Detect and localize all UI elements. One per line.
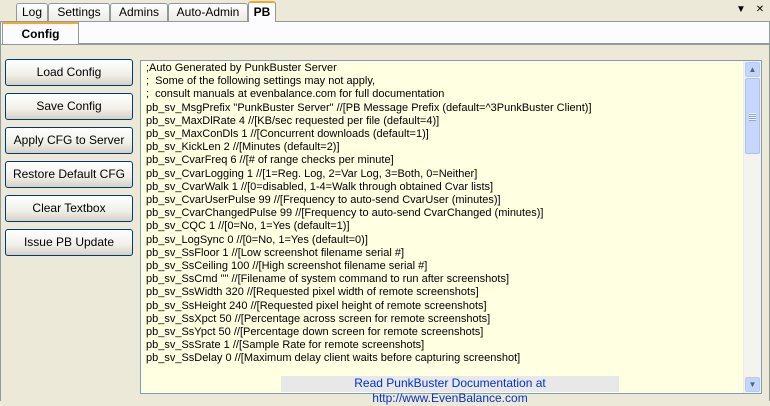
tab-log[interactable]: Log — [16, 3, 48, 21]
config-text-area[interactable]: ;Auto Generated by PunkBuster Server; So… — [141, 61, 744, 393]
scroll-down-arrow-icon[interactable]: ▼ — [745, 377, 760, 392]
pb-page: Config Load Config Save Config Apply CFG… — [0, 22, 770, 405]
config-line: ;Auto Generated by PunkBuster Server — [146, 62, 337, 74]
config-textbox[interactable]: ;Auto Generated by PunkBuster Server; So… — [140, 60, 762, 394]
config-line: pb_sv_SsSrate 1 //[Sample Rate for remot… — [146, 339, 425, 352]
config-line: pb_sv_CQC 1 //[0=No, 1=Yes (default=1)] — [146, 220, 350, 233]
dropdown-arrow-icon[interactable]: ▼ — [735, 4, 747, 15]
tab-auto-admin[interactable]: Auto-Admin — [168, 3, 248, 21]
config-line: pb_sv_SsDelay 0 //[Maximum delay client … — [146, 352, 521, 365]
main-tab-strip: Log Settings Admins Auto-Admin PB ▼ ✕ — [0, 0, 770, 22]
config-line: pb_sv_MaxDlRate 4 //[KB/sec requested pe… — [146, 114, 440, 127]
config-line: pb_sv_CvarLogging 1 //[1=Reg. Log, 2=Var… — [146, 167, 478, 180]
config-line: pb_sv_SsFloor 1 //[Low screenshot filena… — [146, 246, 405, 259]
config-line: pb_sv_SsWidth 320 //[Requested pixel wid… — [146, 286, 479, 299]
documentation-link[interactable]: Read PunkBuster Documentation at http://… — [281, 376, 619, 405]
scroll-grip — [749, 113, 756, 121]
tab-pb[interactable]: PB — [248, 1, 276, 22]
issue-pb-update-button[interactable]: Issue PB Update — [5, 229, 133, 256]
config-line: pb_sv_CvarChangedPulse 99 //[Frequency t… — [146, 207, 544, 220]
restore-default-cfg-button[interactable]: Restore Default CFG — [5, 161, 133, 188]
config-line: pb_sv_SsYpct 50 //[Percentage down scree… — [146, 326, 484, 339]
config-line: pb_sv_KickLen 2 //[Minutes (default=2)] — [146, 141, 340, 154]
close-icon[interactable]: ✕ — [754, 4, 766, 15]
scroll-thumb[interactable] — [745, 78, 760, 154]
config-line: pb_sv_SsCmd "" //[Filename of system com… — [146, 273, 510, 286]
tab-settings[interactable]: Settings — [48, 3, 110, 21]
tab-label: Settings — [57, 5, 101, 19]
config-line: pb_sv_LogSync 0 //[0=No, 1=Yes (default=… — [146, 233, 368, 246]
config-line: pb_sv_MaxConDls 1 //[Concurrent download… — [146, 128, 429, 141]
config-line: ; consult manuals at evenbalance.com for… — [146, 88, 445, 101]
tab-label: PB — [253, 5, 271, 19]
config-line: pb_sv_SsHeight 240 //[Requested pixel he… — [146, 299, 487, 312]
subtab-label: Config — [21, 27, 60, 41]
config-line: pb_sv_CvarWalk 1 //[0=disabled, 1-4=Walk… — [146, 180, 494, 193]
tab-admins[interactable]: Admins — [110, 3, 168, 21]
config-line: pb_sv_SsXpct 50 //[Percentage across scr… — [146, 312, 491, 325]
config-line: pb_sv_CvarFreq 6 //[# of range checks pe… — [146, 154, 394, 167]
subtab-config[interactable]: Config — [2, 22, 79, 44]
save-config-button[interactable]: Save Config — [5, 93, 133, 120]
clear-textbox-button[interactable]: Clear Textbox — [5, 195, 133, 222]
window-controls: ▼ ✕ — [735, 4, 766, 15]
vertical-scrollbar[interactable]: ▲ ▼ — [743, 61, 761, 393]
load-config-button[interactable]: Load Config — [5, 59, 133, 86]
tab-label: Auto-Admin — [176, 5, 240, 19]
config-line: pb_sv_CvarUserPulse 99 //[Frequency to a… — [146, 194, 501, 207]
config-line: pb_sv_SsCeiling 100 //[High screenshot f… — [146, 260, 428, 273]
config-line: ; Some of the following settings may not… — [146, 75, 376, 88]
config-line: pb_sv_MsgPrefix "PunkBuster Server" //[P… — [146, 101, 592, 114]
apply-cfg-to-server-button[interactable]: Apply CFG to Server — [5, 127, 133, 154]
tab-label: Admins — [118, 5, 159, 19]
tab-label: Log — [21, 5, 43, 19]
scroll-up-arrow-icon[interactable]: ▲ — [745, 62, 760, 77]
